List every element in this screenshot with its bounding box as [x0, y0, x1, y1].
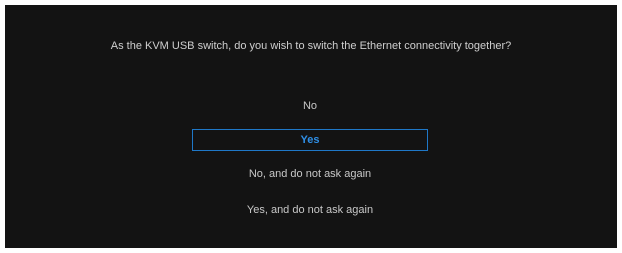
option-yes[interactable]: Yes [192, 129, 428, 151]
dialog-question: As the KVM USB switch, do you wish to sw… [110, 40, 512, 52]
kvm-ethernet-dialog: As the KVM USB switch, do you wish to sw… [5, 5, 617, 248]
option-no-do-not-ask-again[interactable]: No, and do not ask again [192, 163, 428, 185]
option-no[interactable]: No [192, 95, 428, 117]
option-yes-do-not-ask-again[interactable]: Yes, and do not ask again [192, 199, 428, 221]
